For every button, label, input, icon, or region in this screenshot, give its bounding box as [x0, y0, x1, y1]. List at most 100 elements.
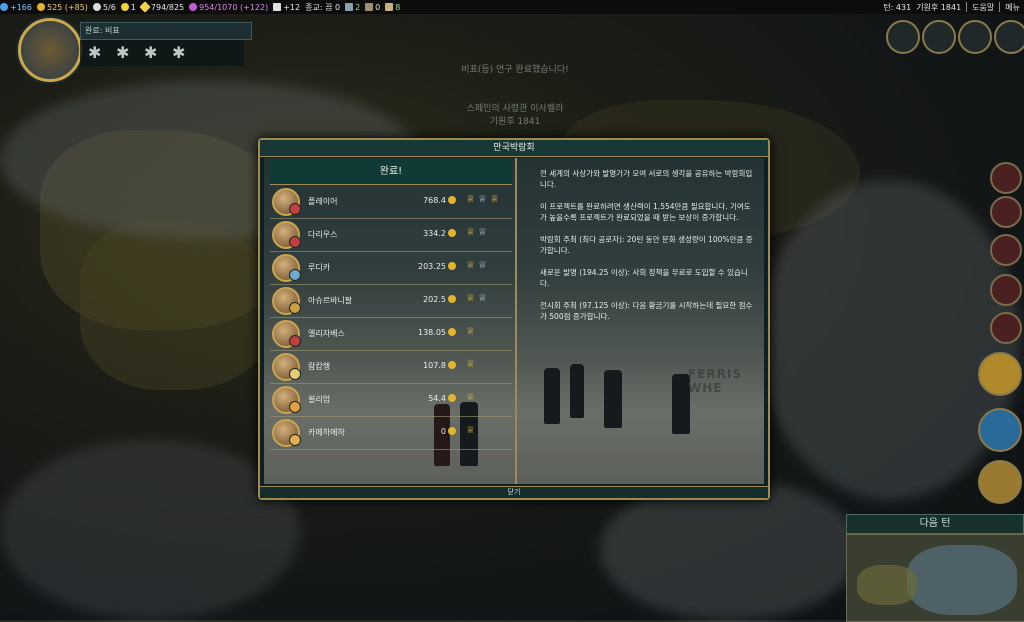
photo-sign: FERRIS WHE: [688, 367, 742, 395]
gold-trophy-icon: ♕: [466, 260, 475, 271]
culture-indicator[interactable]: 954/1070 (+122): [189, 3, 268, 12]
trade-routes-indicator[interactable]: 5/6: [92, 3, 116, 12]
ranking-row: 카메하메하 0 ♕: [270, 417, 512, 450]
next-turn-button[interactable]: 다음 턴: [846, 514, 1024, 534]
silver-trophy-icon: ♕: [478, 293, 487, 304]
player-name: 윌리엄: [308, 395, 331, 404]
resource-1[interactable]: 2: [345, 3, 360, 12]
player-name: 다리우스: [308, 230, 338, 239]
civ-symbol-icon: [289, 203, 301, 215]
notification-alert-icon[interactable]: [990, 312, 1022, 344]
description-text: 전 세계의 사상가와 발명가가 모여 서로의 생각을 공유하는 박람회입니다. …: [540, 168, 755, 333]
player-name: 플레이어: [308, 197, 338, 206]
description-paragraph: 박람회 주최 (최다 공로자): 20턴 동안 문화 생성량이 100%만큼 증…: [540, 235, 753, 255]
gold-trophy-icon: ♕: [466, 326, 475, 337]
production-icon: [448, 295, 456, 303]
player-score: 107.8: [423, 361, 446, 370]
production-notification-icon[interactable]: [978, 460, 1022, 504]
civ-symbol-icon: [289, 401, 301, 413]
player-score: 138.05: [418, 328, 446, 337]
menu-button[interactable]: 메뉴: [1005, 2, 1020, 13]
religion-indicator[interactable]: 종교: 끔 0: [305, 2, 340, 13]
culture-notification-icon[interactable]: [978, 352, 1022, 396]
resource-icon: [365, 3, 374, 11]
civ-symbol-icon: [289, 236, 301, 248]
notification-alert-icon[interactable]: [990, 274, 1022, 306]
description-paragraph: 새로운 발명 (194.25 이상): 사회 정책을 무료로 도입할 수 있습니…: [540, 268, 748, 288]
player-score: 203.25: [418, 262, 446, 271]
description-paragraph: 전 세계의 사상가와 발명가가 모여 서로의 생각을 공유하는 박람회입니다.: [540, 169, 753, 189]
player-score: 334.2: [423, 229, 446, 238]
ranking-row: 아슈르바니팔 202.5 ♕ ♕: [270, 285, 512, 318]
silver-trophy-icon: ♕: [478, 260, 487, 271]
star-icon: ✱: [144, 43, 158, 62]
silver-trophy-icon: ♕: [478, 227, 487, 238]
faith-indicator[interactable]: +12: [273, 3, 300, 12]
civilization-emblem[interactable]: [18, 18, 82, 82]
production-icon: [448, 394, 456, 402]
player-score: 0: [440, 427, 446, 436]
military-button[interactable]: [958, 20, 992, 54]
gold-trophy-icon: ♕: [466, 359, 475, 370]
civ-symbol-icon: [289, 269, 301, 281]
wonder-progress-strip[interactable]: 완료: 비표: [80, 22, 252, 40]
year-label: 기원후 1841: [916, 2, 962, 12]
ranking-row: 엘리자베스 138.05 ♕: [270, 318, 512, 351]
player-score: 768.4: [423, 196, 446, 205]
dialog-title: 만국박람회: [260, 140, 768, 157]
gold-trophy-icon: ♕: [466, 425, 475, 436]
science-indicator[interactable]: +166: [0, 3, 32, 12]
golden-age-indicator[interactable]: 794/825: [139, 1, 184, 13]
ranking-row: 다리우스 334.2 ♕ ♕: [270, 219, 512, 252]
close-button[interactable]: 닫기: [260, 486, 768, 498]
star-icon: ✱: [88, 43, 102, 62]
diplomacy-button[interactable]: [922, 20, 956, 54]
contribution-ranking: 플레이어 768.4 ♕ ♕ ♕ 다리우스 334.2 ♕ ♕ 루디카 203.25 ♕ ♕ 아슈르바니팔…: [270, 186, 512, 450]
policy-stars: ✱ ✱ ✱ ✱: [80, 40, 244, 66]
production-icon: [448, 361, 456, 369]
star-icon: ✱: [172, 43, 186, 62]
divider: [966, 2, 968, 12]
description-paragraph: 이 프로젝트를 완료하려면 생산력이 1,554만큼 필요합니다. 기여도가 높…: [540, 202, 751, 222]
notification-banner: 비표(등) 연구 완료했습니다! 스페인의 사령관 이사벨라 기원후 1841: [461, 65, 569, 127]
description-paragraph: 전시회 주최 (97.125 이상): 다음 황금기를 시작하는데 필요한 점수…: [540, 301, 753, 321]
gold-icon: [36, 3, 45, 11]
help-button[interactable]: 도움말: [972, 2, 994, 13]
faith-icon: [273, 3, 282, 11]
player-name: 루디카: [308, 263, 331, 272]
science-notification-icon[interactable]: [978, 408, 1022, 452]
player-score: 54.4: [428, 394, 446, 403]
player-name: 엘리자베스: [308, 329, 345, 338]
ranking-row: 람캄행 107.8 ♕: [270, 351, 512, 384]
divider: [999, 2, 1001, 12]
gold-trophy-icon: ♕: [466, 194, 475, 205]
resource-icon: [345, 3, 354, 11]
silver-trophy-icon: ♕: [478, 194, 487, 205]
trade-route-icon: [92, 3, 101, 11]
civ-symbol-icon: [289, 302, 301, 314]
gold-trophy-icon: ♕: [466, 293, 475, 304]
star-icon: ✱: [116, 43, 130, 62]
production-icon: [448, 262, 456, 270]
golden-age-icon: [139, 1, 151, 13]
resource-2[interactable]: 0: [365, 3, 380, 12]
gold-trophy-icon: ♕: [466, 227, 475, 238]
player-name: 카메하메하: [308, 428, 345, 437]
ranking-row: 윌리엄 54.4 ♕: [270, 384, 512, 417]
player-name: 람캄행: [308, 362, 331, 371]
info-button[interactable]: [994, 20, 1024, 54]
civ-symbol-icon: [289, 368, 301, 380]
top-resource-bar: +166 525 (+85) 5/6 1 794/825 954/1070 (+…: [0, 0, 1024, 14]
notification-alert-icon[interactable]: [990, 196, 1022, 228]
advisor-button[interactable]: [886, 20, 920, 54]
gold-indicator[interactable]: 525 (+85): [36, 3, 88, 12]
player-name: 아슈르바니팔: [308, 296, 353, 305]
resource-3[interactable]: 8: [385, 3, 400, 12]
notification-alert-icon[interactable]: [990, 162, 1022, 194]
notification-alert-icon[interactable]: [990, 234, 1022, 266]
minimap[interactable]: [846, 534, 1024, 622]
happiness-indicator[interactable]: 1: [120, 3, 136, 12]
production-icon: [448, 229, 456, 237]
panel-divider: [515, 158, 517, 484]
completed-header: 완료!: [270, 160, 512, 185]
